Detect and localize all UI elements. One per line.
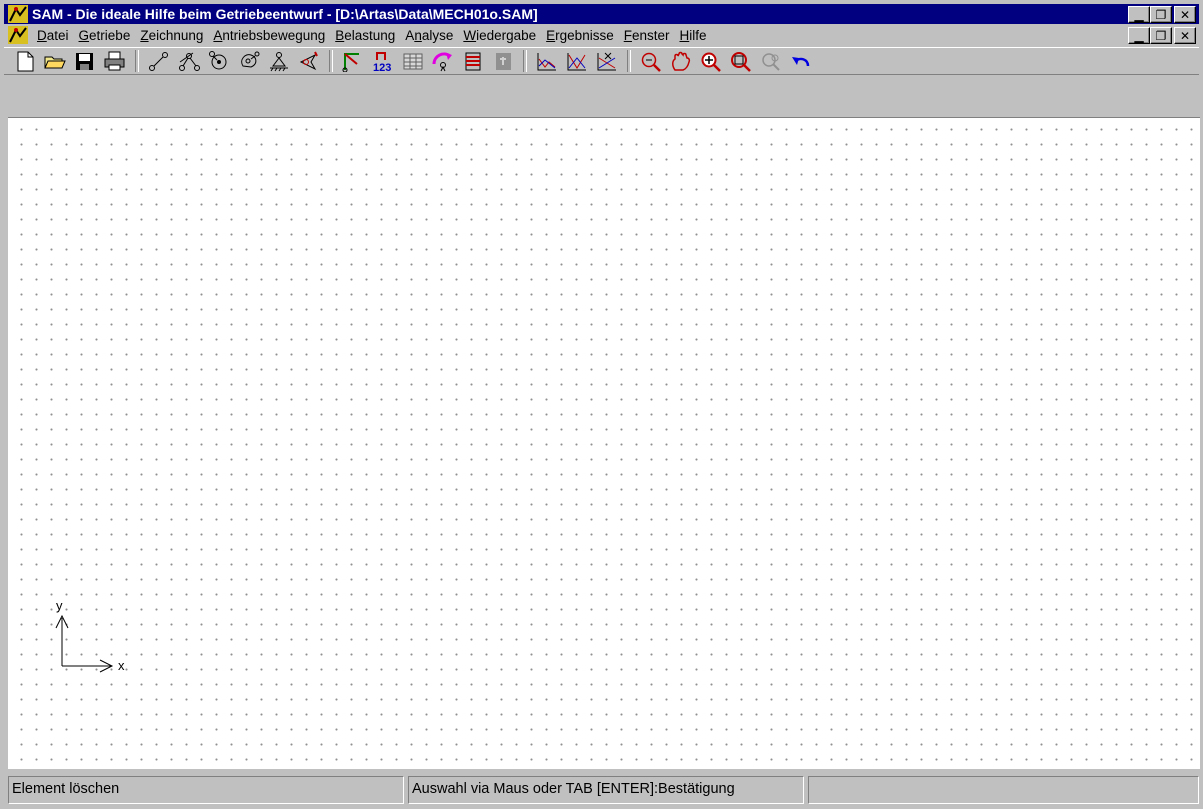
zoom-disabled-icon xyxy=(762,53,780,71)
open-folder-button[interactable] xyxy=(40,48,70,74)
gear-icon xyxy=(209,51,227,70)
link-icon xyxy=(149,52,168,71)
table-button[interactable] xyxy=(398,48,428,74)
zoom-disabled-button[interactable] xyxy=(756,48,786,74)
rotation-drive-icon xyxy=(432,52,452,72)
menu-item[interactable]: Getriebe xyxy=(74,28,136,43)
zoom-window-button[interactable] xyxy=(726,48,756,74)
document-icon[interactable] xyxy=(8,26,28,44)
minimize-icon: ▁ xyxy=(1134,7,1144,22)
toolbar-separator xyxy=(135,50,139,72)
pan-hand-button[interactable] xyxy=(666,48,696,74)
minimize-button[interactable]: ▁ xyxy=(1128,6,1150,23)
joint-link-icon xyxy=(179,52,200,71)
toolbar-separator xyxy=(329,50,333,72)
status-bar: Element löschen Auswahl via Maus oder TA… xyxy=(0,772,1203,809)
doc-close-button[interactable]: ✕ xyxy=(1174,27,1196,44)
close-icon: ✕ xyxy=(1179,28,1191,43)
drawing-canvas[interactable]: y x xyxy=(8,117,1200,769)
axis-y-label: y xyxy=(56,598,63,613)
zoom-in-button[interactable] xyxy=(696,48,726,74)
restore-icon: ❐ xyxy=(1155,7,1167,22)
svg-text:123: 123 xyxy=(373,62,391,72)
disabled-tool-button[interactable] xyxy=(488,48,518,74)
open-folder-icon xyxy=(44,56,66,69)
numbering-button[interactable]: 123 xyxy=(368,48,398,74)
restore-icon: ❐ xyxy=(1155,28,1167,43)
disabled-tool-icon xyxy=(496,53,511,70)
pan-hand-icon xyxy=(672,51,691,71)
print-button[interactable] xyxy=(100,48,130,74)
new-file-button[interactable] xyxy=(10,48,40,74)
print-icon xyxy=(104,51,125,71)
zoom-window-icon xyxy=(731,52,751,72)
status-pane-info xyxy=(808,776,1199,804)
menu-item[interactable]: Ergebnisse xyxy=(541,28,619,43)
menu-item[interactable]: Belastung xyxy=(330,28,400,43)
ground-support-icon xyxy=(270,52,288,72)
menu-item[interactable]: Hilfe xyxy=(675,28,712,43)
coordinate-axes: y x xyxy=(55,598,125,673)
undo-icon xyxy=(792,57,810,67)
graph-1-icon xyxy=(537,53,556,71)
menu-item[interactable]: Datei xyxy=(32,28,74,43)
sam-app-icon[interactable] xyxy=(8,5,28,23)
axis-x-label: x xyxy=(118,658,125,673)
slider-icon xyxy=(299,51,318,71)
toolbar: 123 xyxy=(4,47,1199,75)
graph-3-icon xyxy=(597,52,616,71)
graph-2-icon xyxy=(567,53,586,71)
undo-button[interactable] xyxy=(786,48,816,74)
menu-item[interactable]: Fenster xyxy=(619,28,675,43)
status-pane-instruction: Auswahl via Maus oder TAB [ENTER]:Bestät… xyxy=(408,776,804,804)
zoom-out-icon xyxy=(641,52,661,72)
load-frame-button[interactable] xyxy=(458,48,488,74)
minimize-icon: ▁ xyxy=(1134,28,1144,43)
rotation-drive-button[interactable] xyxy=(428,48,458,74)
gear-button[interactable] xyxy=(204,48,234,74)
status-pane-hint: Element löschen xyxy=(8,776,404,804)
graph-1-button[interactable] xyxy=(532,48,562,74)
doc-minimize-button[interactable]: ▁ xyxy=(1128,27,1150,44)
zoom-in-icon xyxy=(701,52,721,72)
menu-item[interactable]: Antriebsbewegung xyxy=(208,28,330,43)
cam-button[interactable] xyxy=(234,48,264,74)
graph-3-button[interactable] xyxy=(592,48,622,74)
numbering-icon: 123 xyxy=(373,52,391,72)
doc-restore-button[interactable]: ❐ xyxy=(1150,27,1172,44)
toolbar-separator xyxy=(627,50,631,72)
cam-icon xyxy=(241,51,260,68)
new-file-icon xyxy=(17,51,34,72)
toolbar-separator xyxy=(523,50,527,72)
save-disk-button[interactable] xyxy=(70,48,100,74)
graph-2-button[interactable] xyxy=(562,48,592,74)
menu-bar: Datei Getriebe Zeichnung Antriebsbewegung Be… xyxy=(4,24,1199,46)
motion-path-button[interactable] xyxy=(338,48,368,74)
menu-item[interactable]: Analyse xyxy=(400,28,458,43)
window-title: SAM - Die ideale Hilfe beim Getriebeentw… xyxy=(32,6,538,22)
motion-path-icon xyxy=(342,53,359,72)
close-button[interactable]: ✕ xyxy=(1174,6,1196,23)
joint-link-button[interactable] xyxy=(174,48,204,74)
load-frame-icon xyxy=(465,52,481,71)
menu-item[interactable]: Wiedergabe xyxy=(458,28,541,43)
table-icon xyxy=(403,53,423,70)
menu-item[interactable]: Zeichnung xyxy=(135,28,208,43)
ground-support-button[interactable] xyxy=(264,48,294,74)
save-disk-icon xyxy=(76,53,93,70)
title-bar[interactable]: SAM - Die ideale Hilfe beim Getriebeentw… xyxy=(4,4,1199,24)
zoom-out-button[interactable] xyxy=(636,48,666,74)
maximize-button[interactable]: ❐ xyxy=(1150,6,1172,23)
close-icon: ✕ xyxy=(1179,7,1191,22)
link-button[interactable] xyxy=(144,48,174,74)
slider-button[interactable] xyxy=(294,48,324,74)
